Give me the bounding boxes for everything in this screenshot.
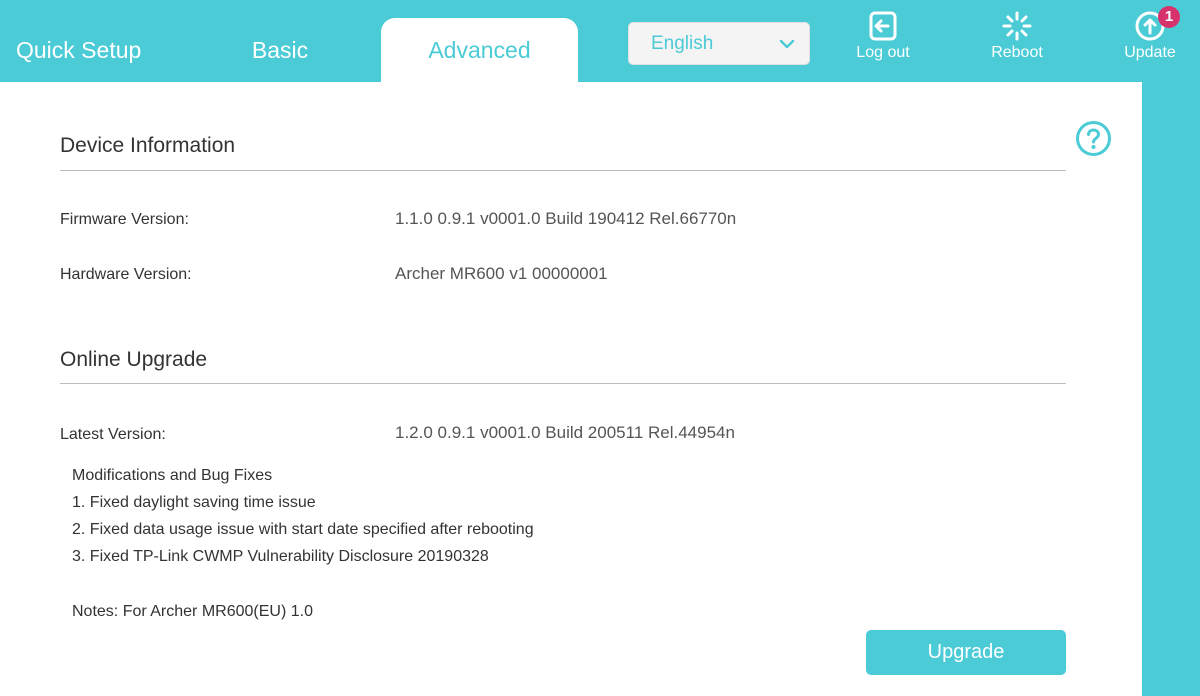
tab-basic[interactable]: Basic	[190, 18, 370, 82]
release-note-item: 1. Fixed daylight saving time issue	[72, 494, 316, 511]
section-title-online-upgrade: Online Upgrade	[60, 348, 208, 371]
tab-quick-setup[interactable]: Quick Setup	[0, 18, 165, 82]
firmware-version-value: 1.1.0 0.9.1 v0001.0 Build 190412 Rel.667…	[395, 209, 737, 228]
top-navigation-bar: Quick Setup Basic Advanced English Log o…	[0, 0, 1200, 82]
hardware-version-label: Hardware Version:	[60, 266, 192, 283]
section-divider	[60, 170, 1066, 171]
reboot-icon	[1002, 11, 1032, 41]
release-notes-footer: Notes: For Archer MR600(EU) 1.0	[72, 603, 313, 620]
logout-button[interactable]: Log out	[843, 10, 923, 62]
release-note-item: 2. Fixed data usage issue with start dat…	[72, 521, 534, 538]
tab-advanced[interactable]: Advanced	[381, 18, 578, 82]
latest-version-value: 1.2.0 0.9.1 v0001.0 Build 200511 Rel.449…	[395, 423, 735, 442]
section-divider	[60, 383, 1066, 384]
language-select[interactable]: English	[628, 22, 810, 65]
release-notes-heading: Modifications and Bug Fixes	[72, 467, 273, 484]
release-note-item: 3. Fixed TP-Link CWMP Vulnerability Disc…	[72, 548, 489, 565]
chevron-down-icon	[779, 39, 795, 49]
help-icon[interactable]	[1075, 120, 1112, 157]
reboot-button[interactable]: Reboot	[977, 10, 1057, 62]
hardware-version-value: Archer MR600 v1 00000001	[395, 264, 608, 283]
content-panel: Device Information Firmware Version: 1.1…	[0, 82, 1142, 696]
upgrade-button[interactable]: Upgrade	[866, 630, 1066, 675]
section-title-device-information: Device Information	[60, 134, 236, 157]
logout-label: Log out	[856, 44, 910, 61]
firmware-version-label: Firmware Version:	[60, 211, 189, 228]
language-selected-value: English	[651, 32, 714, 54]
update-count-badge: 1	[1158, 6, 1180, 28]
latest-version-label: Latest Version:	[60, 426, 166, 443]
update-button[interactable]: 1 Update	[1110, 6, 1190, 62]
reboot-label: Reboot	[991, 44, 1043, 61]
update-label: Update	[1124, 44, 1176, 61]
logout-icon	[869, 11, 897, 41]
